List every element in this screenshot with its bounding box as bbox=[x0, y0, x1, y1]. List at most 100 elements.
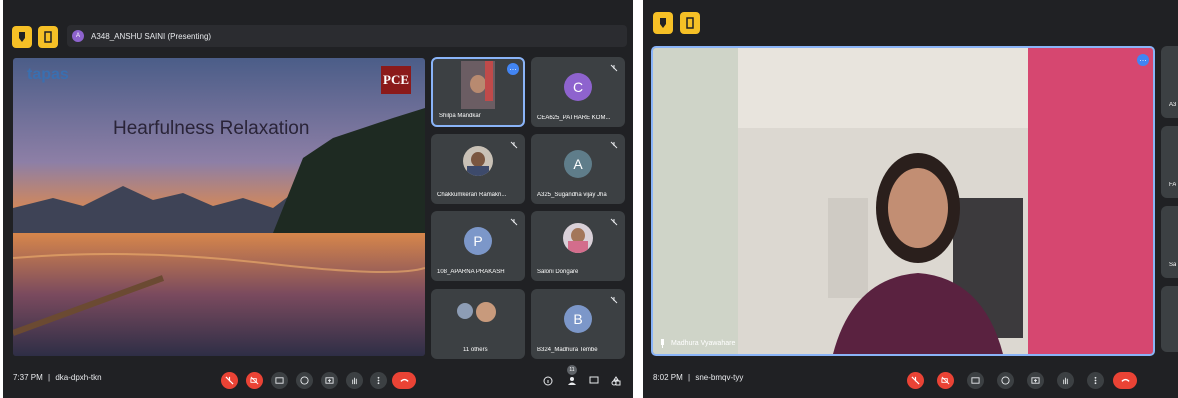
participant-name: A325_Sugandha vijay Jha bbox=[537, 192, 607, 198]
pce-logo: PCE bbox=[381, 66, 411, 94]
participant-photo bbox=[463, 146, 493, 176]
pin-icon[interactable] bbox=[653, 12, 673, 34]
participant-tile[interactable]: B B324_Madhura Tembe bbox=[531, 289, 625, 359]
people-icon bbox=[568, 376, 576, 385]
participant-tile[interactable]: Chakkumkeran Ramakri... bbox=[431, 134, 525, 204]
main-video-tile[interactable]: … Madhura Vyawahare bbox=[651, 46, 1155, 356]
hand-icon bbox=[352, 377, 357, 385]
more-vert-icon bbox=[377, 376, 380, 385]
left-meeting-window: A A348_ANSHU SAINI (Presenting) tapas PC… bbox=[3, 0, 633, 398]
mic-off-icon bbox=[610, 141, 618, 149]
more-options-button[interactable] bbox=[1087, 372, 1104, 389]
mic-off-icon bbox=[510, 141, 518, 149]
mic-icon bbox=[661, 339, 664, 348]
participant-avatar: B bbox=[564, 305, 592, 333]
separator: | bbox=[48, 373, 51, 382]
pin-icon[interactable] bbox=[12, 26, 32, 48]
mic-off-icon bbox=[610, 64, 618, 72]
participant-tile[interactable]: Saloni Dongare bbox=[531, 211, 625, 281]
presenting-banner[interactable]: A A348_ANSHU SAINI (Presenting) bbox=[67, 25, 627, 47]
participant-tile[interactable]: A A325_Sugandha vijay Jha bbox=[531, 134, 625, 204]
captions-icon bbox=[971, 377, 980, 384]
more-options-button[interactable] bbox=[370, 372, 387, 389]
camera-off-icon bbox=[941, 376, 950, 385]
mic-off-icon bbox=[510, 218, 518, 226]
mic-toggle-button[interactable] bbox=[907, 372, 924, 389]
participant-photo bbox=[563, 223, 593, 253]
tapas-logo: tapas bbox=[27, 66, 69, 83]
activities-button[interactable] bbox=[609, 372, 623, 389]
participant-name: Saloni Dongare bbox=[537, 269, 579, 275]
camera-off-icon bbox=[250, 376, 259, 385]
present-button[interactable] bbox=[1027, 372, 1044, 389]
separator: | bbox=[688, 373, 691, 382]
participant-avatar: P bbox=[464, 227, 492, 255]
present-screen-icon bbox=[325, 377, 334, 384]
meeting-info: 7:37 PM | dka-dpxh-tkn bbox=[13, 373, 102, 382]
meeting-info: 8:02 PM | sne-bmqv-tyy bbox=[653, 373, 743, 382]
current-time: 8:02 PM bbox=[653, 373, 683, 382]
meeting-code: sne-bmqv-tyy bbox=[695, 373, 744, 382]
shapes-icon bbox=[611, 375, 621, 385]
end-call-icon bbox=[399, 378, 409, 382]
mic-toggle-button[interactable] bbox=[221, 372, 238, 389]
presenter-avatar: A bbox=[72, 30, 84, 42]
participant-name: Shilpa Mandkar bbox=[439, 113, 481, 119]
more-options-icon[interactable]: … bbox=[507, 63, 519, 75]
participant-tile[interactable]: … Shilpa Mandkar bbox=[431, 57, 525, 127]
participant-tile[interactable]: P 108_APARNA PRAKASH bbox=[431, 211, 525, 281]
participant-photo bbox=[475, 301, 497, 323]
others-count: 11 others bbox=[463, 347, 488, 353]
meeting-toolbar: 7:37 PM | dka-dpxh-tkn 11 bbox=[3, 362, 633, 398]
chat-button[interactable] bbox=[587, 372, 601, 389]
camera-toggle-button[interactable] bbox=[937, 372, 954, 389]
slide-title: Hearfulness Relaxation bbox=[113, 118, 310, 139]
emoji-icon bbox=[300, 376, 309, 385]
participant-tile[interactable]: A3 bbox=[1161, 46, 1178, 118]
participant-name: B324_Madhura Tembe bbox=[537, 347, 598, 353]
hand-icon bbox=[1063, 377, 1068, 385]
raise-hand-button[interactable] bbox=[1057, 372, 1074, 389]
speaker-video bbox=[653, 48, 1153, 354]
leave-call-button[interactable] bbox=[1113, 372, 1137, 389]
recording-icon[interactable] bbox=[680, 12, 700, 34]
participant-tile[interactable]: FA bbox=[1161, 126, 1178, 198]
more-vert-icon bbox=[1094, 376, 1097, 385]
mic-off-icon bbox=[225, 376, 234, 385]
participant-tile[interactable]: C CEA625_PATHARE KOM... bbox=[531, 57, 625, 127]
right-meeting-window: … Madhura Vyawahare A3 FA Sa 8:02 PM | s… bbox=[643, 0, 1178, 398]
participant-video bbox=[461, 61, 495, 109]
mic-off-icon bbox=[610, 296, 618, 304]
emoji-button[interactable] bbox=[296, 372, 313, 389]
recording-icon[interactable] bbox=[38, 26, 58, 48]
landscape-image bbox=[13, 58, 425, 356]
emoji-button[interactable] bbox=[997, 372, 1014, 389]
participant-name: CEA625_PATHARE KOM... bbox=[537, 115, 611, 121]
participant-photo bbox=[457, 303, 473, 319]
participant-tile[interactable]: Sa bbox=[1161, 206, 1178, 278]
people-button[interactable]: 11 bbox=[565, 365, 579, 389]
captions-button[interactable] bbox=[967, 372, 984, 389]
speaker-label: Madhura Vyawahare bbox=[659, 339, 735, 348]
participant-name: Chakkumkeran Ramakri... bbox=[437, 192, 507, 198]
more-options-icon[interactable]: … bbox=[1137, 54, 1149, 66]
meeting-code: dka-dpxh-tkn bbox=[55, 373, 102, 382]
others-tile[interactable]: 11 others bbox=[431, 289, 525, 359]
shared-screen: tapas PCE Hearfulness Relaxation bbox=[13, 58, 425, 356]
meeting-details-button[interactable] bbox=[541, 372, 555, 389]
captions-button[interactable] bbox=[271, 372, 288, 389]
participant-tile[interactable] bbox=[1161, 286, 1178, 352]
participant-name: A3 bbox=[1169, 102, 1177, 108]
camera-toggle-button[interactable] bbox=[246, 372, 263, 389]
emoji-icon bbox=[1001, 376, 1010, 385]
meeting-toolbar: 8:02 PM | sne-bmqv-tyy bbox=[643, 362, 1178, 398]
participant-count-badge: 11 bbox=[567, 365, 577, 375]
chat-icon bbox=[589, 376, 599, 383]
present-button[interactable] bbox=[321, 372, 338, 389]
leave-call-button[interactable] bbox=[392, 372, 416, 389]
mic-off-icon bbox=[911, 376, 920, 385]
current-time: 7:37 PM bbox=[13, 373, 43, 382]
present-screen-icon bbox=[1031, 377, 1040, 384]
end-call-icon bbox=[1120, 378, 1130, 382]
raise-hand-button[interactable] bbox=[346, 372, 363, 389]
